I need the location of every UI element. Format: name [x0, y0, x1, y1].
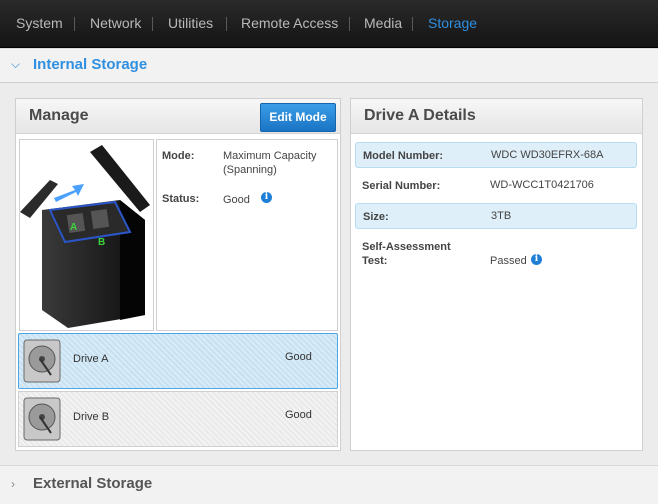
size-label: Size:	[363, 211, 389, 223]
nav-separator	[412, 17, 413, 31]
mode-label: Mode:	[162, 150, 195, 162]
drive-status: Good	[285, 409, 312, 421]
drive-details-panel: Drive A Details Model Number: WDC WD30EF…	[350, 98, 643, 451]
edit-mode-button[interactable]: Edit Mode	[260, 103, 336, 132]
drive-row-b[interactable]: Drive B Good	[18, 391, 338, 447]
serial-number-row: Serial Number: WD-WCC1T0421706	[355, 173, 635, 197]
chevron-right-icon: ›	[11, 477, 15, 491]
drive-details-title: Drive A Details	[364, 107, 476, 124]
top-nav: System Network Utilities Remote Access M…	[0, 0, 658, 48]
nav-separator	[74, 17, 75, 31]
model-number-value: WDC WD30EFRX-68A	[491, 149, 604, 161]
nav-media[interactable]: Media	[364, 15, 402, 31]
size-row: Size: 3TB	[355, 203, 637, 229]
manage-panel-header: Manage Edit Mode	[16, 99, 340, 134]
nas-device-illustration: A B	[20, 145, 150, 328]
model-number-label: Model Number:	[363, 150, 444, 162]
mode-value: Maximum Capacity (Spanning)	[223, 149, 317, 177]
hard-drive-icon	[23, 339, 61, 383]
mode-value-line1: Maximum Capacity	[223, 150, 317, 162]
self-assessment-label: Self-Assessment Test:	[362, 240, 451, 268]
drive-details-header: Drive A Details	[351, 99, 642, 134]
self-assessment-label-line2: Test:	[362, 255, 388, 267]
manage-title: Manage	[29, 107, 89, 124]
serial-number-label: Serial Number:	[362, 180, 441, 192]
external-storage-header[interactable]: › External Storage	[0, 465, 658, 504]
hard-drive-icon	[23, 397, 61, 441]
drive-name: Drive A	[73, 353, 109, 365]
self-assessment-row: Self-Assessment Test: Passed i	[355, 234, 635, 270]
chevron-down-icon: ⌵	[11, 57, 21, 71]
device-image: A B	[19, 139, 154, 331]
model-number-row: Model Number: WDC WD30EFRX-68A	[355, 142, 637, 168]
drive-status: Good	[285, 351, 312, 363]
nav-separator	[152, 17, 153, 31]
status-label: Status:	[162, 193, 200, 205]
status-value: Good	[223, 194, 250, 206]
self-assessment-value: Passed	[490, 255, 527, 267]
drive-name: Drive B	[73, 411, 110, 423]
volume-info: Mode: Maximum Capacity (Spanning) Status…	[156, 139, 338, 331]
size-value: 3TB	[491, 210, 512, 222]
internal-storage-header[interactable]: ⌵ Internal Storage	[0, 48, 658, 83]
nav-storage[interactable]: Storage	[428, 15, 477, 31]
nav-network[interactable]: Network	[90, 15, 141, 31]
status-info-icon[interactable]: i	[261, 192, 272, 203]
internal-storage-title: Internal Storage	[33, 56, 148, 73]
nav-system[interactable]: System	[16, 15, 63, 31]
nav-separator	[226, 17, 227, 31]
nav-separator	[349, 17, 350, 31]
manage-panel: Manage Edit Mode A B Mode: Maximum Capac…	[15, 98, 341, 451]
nav-utilities[interactable]: Utilities	[168, 15, 213, 31]
drive-row-a[interactable]: Drive A Good	[18, 333, 338, 389]
bay-b-label: B	[98, 237, 105, 248]
mode-value-line2: (Spanning)	[223, 164, 277, 176]
self-assessment-label-line1: Self-Assessment	[362, 241, 451, 253]
nav-remote-access[interactable]: Remote Access	[241, 15, 338, 31]
self-assessment-info-icon[interactable]: i	[531, 254, 542, 265]
bay-a-label: A	[70, 222, 77, 233]
serial-number-value: WD-WCC1T0421706	[490, 179, 594, 191]
external-storage-title: External Storage	[33, 475, 153, 492]
